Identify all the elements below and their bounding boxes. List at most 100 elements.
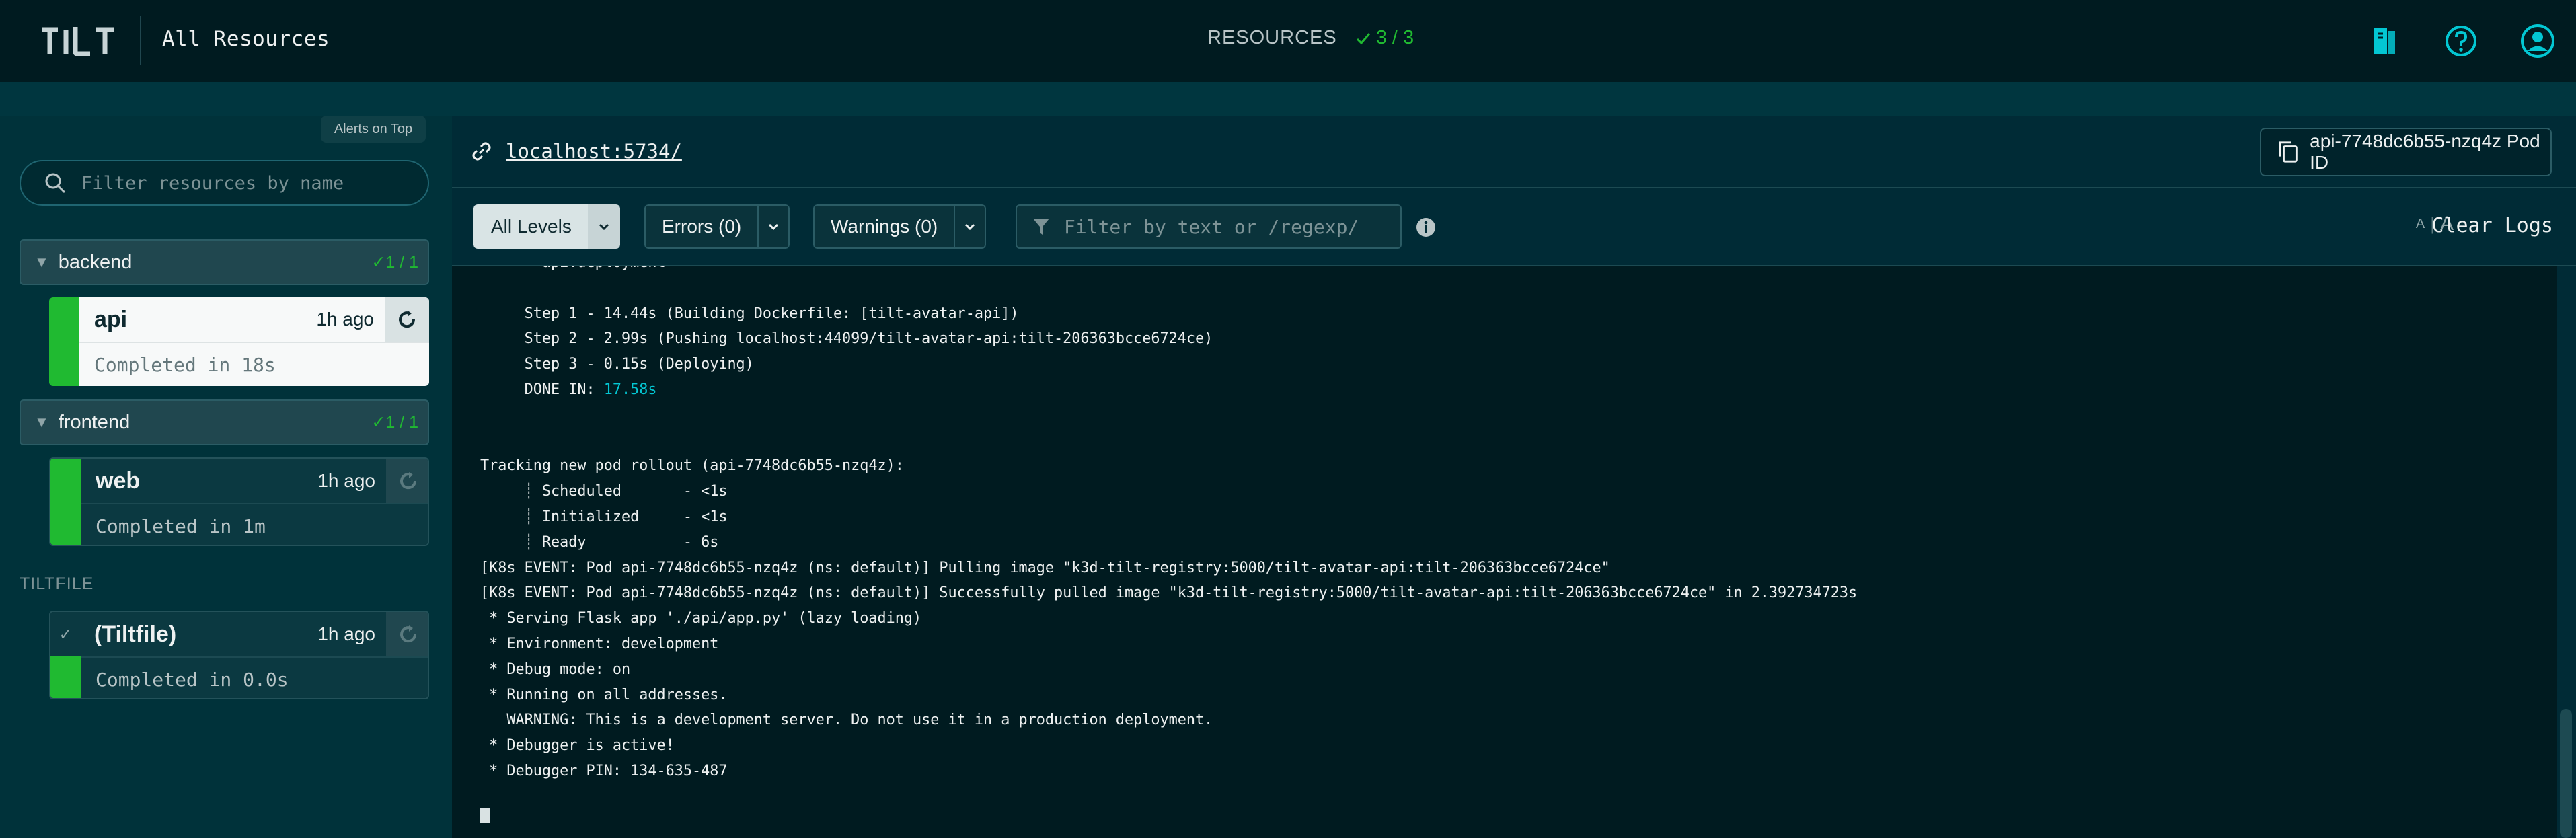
resource-status: Completed in 0.0s <box>96 668 289 691</box>
log-line: Step 3 - 0.15s (Deploying) <box>480 356 754 373</box>
top-bar: All Resources RESOURCES 3 / 3 <box>0 0 2576 82</box>
done-in-value: 17.58s <box>603 381 657 398</box>
check-icon: ✓ <box>59 625 73 644</box>
warnings-filter[interactable]: Warnings (0) <box>813 204 987 249</box>
chevron-down-icon[interactable] <box>954 204 987 249</box>
filter-icon <box>1033 219 1049 235</box>
resources-count: 3 / 3 <box>1356 27 1414 49</box>
copy-icon <box>2279 141 2298 163</box>
log-lines: → api:deployment Step 1 - 14.44s (Buildi… <box>480 266 1857 784</box>
tiltfile-heading: TILTFILE <box>20 574 94 593</box>
log-line: → api:deployment <box>480 266 1857 276</box>
all-levels-filter[interactable]: All Levels <box>473 204 620 249</box>
resource-time: 1h ago <box>316 309 374 330</box>
errors-filter[interactable]: Errors (0) <box>644 204 790 249</box>
chevron-down-icon[interactable] <box>757 204 790 249</box>
log-line: * Running on all addresses. <box>480 686 728 703</box>
resource-name: api <box>94 306 128 332</box>
log-line: Tracking new pod rollout (api-7748dc6b55… <box>480 457 904 475</box>
endpoint-link[interactable]: localhost:5734/ <box>506 140 682 163</box>
status-stripe <box>49 297 79 386</box>
group-count: ✓1 / 1 <box>371 413 418 432</box>
log-line: * Environment: development <box>480 635 719 652</box>
log-line: ┊ Scheduled - <1s <box>480 483 728 500</box>
info-icon[interactable] <box>1415 217 1437 241</box>
errors-label[interactable]: Errors (0) <box>644 204 758 249</box>
link-icon <box>472 142 491 161</box>
status-stripe <box>50 656 81 698</box>
resource-status: Completed in 18s <box>94 353 276 376</box>
log-line: * Debug mode: on <box>480 660 631 678</box>
resource-name: (Tiltfile) <box>94 621 177 647</box>
resource-time: 1h ago <box>317 623 375 644</box>
logo-divider <box>140 16 141 65</box>
log-line: * Debugger PIN: 134-635-487 <box>480 762 728 779</box>
header-spacer <box>0 82 2576 116</box>
log-pane[interactable]: → api:deployment Step 1 - 14.44s (Buildi… <box>452 266 2557 838</box>
log-filter-input[interactable] <box>1064 215 1380 238</box>
log-line: [K8s EVENT: Pod api-7748dc6b55-nzq4z (ns… <box>480 584 1858 602</box>
resource-card-api[interactable]: api 1h ago Completed in 18s <box>49 297 429 386</box>
clear-logs-button[interactable]: Clear Logs <box>2431 214 2553 237</box>
sidebar: Alerts on Top ▼ backend ✓1 / 1 api 1h ag… <box>0 116 452 838</box>
tilt-logo-icon <box>42 27 114 56</box>
resource-filter-input[interactable] <box>81 172 404 194</box>
log-line: ┊ Initialized - <1s <box>480 508 728 525</box>
log-line: WARNING: This is a development server. D… <box>480 712 1213 729</box>
trigger-update-button[interactable] <box>385 297 429 342</box>
log-line: ┊ Ready - 6s <box>480 533 719 551</box>
tilt-logo[interactable] <box>40 24 120 56</box>
book-icon[interactable] <box>2366 23 2402 59</box>
warnings-label[interactable]: Warnings (0) <box>813 204 954 249</box>
resources-label: RESOURCES <box>1207 27 1337 48</box>
group-header-frontend[interactable]: ▼ frontend ✓1 / 1 <box>20 399 429 445</box>
endpoint[interactable]: localhost:5734/ <box>472 140 682 163</box>
log-scrollbar-thumb[interactable] <box>2560 709 2572 838</box>
copy-pod-id-button[interactable]: api-7748dc6b55-nzq4z Pod ID <box>2260 128 2552 176</box>
group-header-backend[interactable]: ▼ backend ✓1 / 1 <box>20 239 429 285</box>
resource-filter[interactable] <box>20 160 429 206</box>
resource-name: web <box>96 467 141 494</box>
log-filter[interactable] <box>1016 204 1402 249</box>
chevron-down-icon[interactable] <box>587 204 620 249</box>
chevron-down-icon: ▼ <box>34 414 49 430</box>
font-smaller-button[interactable]: A <box>2416 217 2425 232</box>
trigger-update-button[interactable] <box>386 612 428 656</box>
group-count-value: 1 / 1 <box>385 413 418 432</box>
help-icon[interactable] <box>2443 23 2479 59</box>
account-icon[interactable] <box>2520 23 2556 59</box>
pod-id-label: api-7748dc6b55-nzq4z Pod ID <box>2310 130 2540 173</box>
refresh-icon <box>400 472 417 490</box>
log-line: Step 2 - 2.99s (Pushing localhost:44099/… <box>480 330 1213 348</box>
log-line: Step 1 - 14.44s (Building Dockerfile: [t… <box>480 305 1019 322</box>
page-title: All Resources <box>162 27 330 51</box>
resource-header: localhost:5734/ api-7748dc6b55-nzq4z Pod… <box>452 116 2576 188</box>
refresh-icon <box>399 311 416 328</box>
log-line: DONE IN: 17.58s <box>480 381 657 398</box>
log-line: * Debugger is active! <box>480 737 675 755</box>
log-line: [K8s EVENT: Pod api-7748dc6b55-nzq4z (ns… <box>480 559 1610 576</box>
resource-card-web[interactable]: web 1h ago Completed in 1m <box>49 457 429 546</box>
log-cursor <box>480 808 490 823</box>
group-name: backend <box>58 251 132 273</box>
group-count: ✓1 / 1 <box>371 253 418 272</box>
all-levels-label[interactable]: All Levels <box>473 204 588 249</box>
group-count-value: 1 / 1 <box>385 253 418 272</box>
resource-time: 1h ago <box>317 470 375 491</box>
trigger-update-button[interactable] <box>386 459 428 503</box>
log-toolbar: All Levels Errors (0) Warnings (0) A | A <box>452 188 2576 266</box>
check-icon <box>1356 32 1370 44</box>
resources-count-value: 3 / 3 <box>1375 27 1414 48</box>
chevron-down-icon: ▼ <box>34 254 49 270</box>
status-stripe <box>50 459 81 545</box>
alerts-on-top-toggle[interactable]: Alerts on Top <box>321 116 426 143</box>
resource-card-tiltfile[interactable]: ✓ (Tiltfile) 1h ago Completed in 0.0s <box>49 611 429 699</box>
resource-status: Completed in 1m <box>96 515 266 537</box>
resources-summary: RESOURCES 3 / 3 <box>1207 27 1414 49</box>
group-name: frontend <box>58 411 130 433</box>
refresh-icon <box>400 625 417 643</box>
search-icon <box>45 173 66 194</box>
